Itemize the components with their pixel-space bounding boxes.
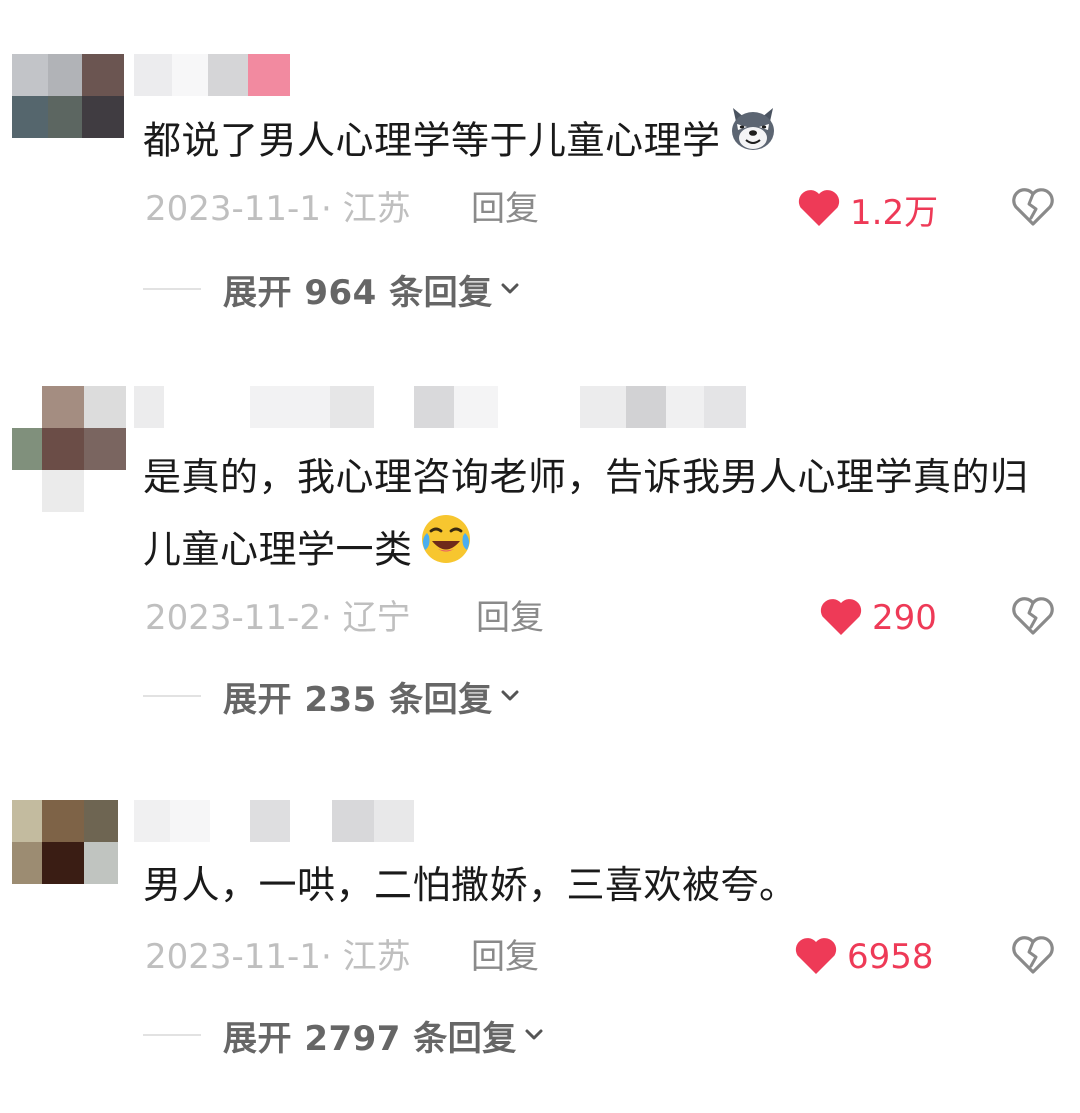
comment-date-location: 2023-11-1· 江苏 [145,937,411,977]
comment-date-location: 2023-11-2· 辽宁 [145,598,411,638]
like-count: 290 [872,598,937,638]
comment-text: 男人，一哄，二怕撒娇，三喜欢被夸。 [143,863,798,907]
heart-icon [818,596,864,640]
like-button[interactable]: 6958 [793,932,934,982]
laugh-cry-emoji [417,508,475,588]
heart-icon [793,935,839,979]
reply-button[interactable]: 回复 [471,932,539,982]
expand-replies-button[interactable]: 展开 2797 条回复 [143,1010,545,1060]
like-count: 6958 [847,937,934,977]
comment-text: 都说了男人心理学等于儿童心理学 [143,104,1053,182]
broken-heart-icon [1011,596,1055,640]
like-count: 1.2万 [850,192,939,233]
expand-replies-label: 展开 235 条回复 [223,679,493,720]
divider-line [143,288,201,290]
broken-heart-icon [1011,187,1055,231]
like-button[interactable]: 1.2万 [796,184,938,234]
like-button[interactable]: 290 [818,593,937,643]
husky-dog-emoji [725,100,781,178]
avatar[interactable] [12,386,126,512]
divider-line [143,1034,201,1036]
chevron-down-icon [499,685,521,707]
dislike-button[interactable] [1010,184,1056,234]
chevron-down-icon [499,278,521,300]
dislike-button[interactable] [1010,593,1056,643]
avatar[interactable] [12,54,124,178]
expand-replies-label: 展开 964 条回复 [223,272,493,313]
dislike-button[interactable] [1010,932,1056,982]
avatar[interactable] [12,800,124,924]
expand-replies-label: 展开 2797 条回复 [223,1018,517,1059]
expand-replies-button[interactable]: 展开 235 条回复 [143,671,521,721]
comment-text: 是真的，我心理咨询老师，告诉我男人心理学真的归儿童心理学一类 [143,442,1053,592]
reply-button[interactable]: 回复 [476,593,544,643]
heart-icon [796,187,842,231]
chevron-down-icon [523,1024,545,1046]
reply-button[interactable]: 回复 [471,184,539,234]
broken-heart-icon [1011,935,1055,979]
divider-line [143,695,201,697]
comment-date-location: 2023-11-1· 江苏 [145,189,411,229]
expand-replies-button[interactable]: 展开 964 条回复 [143,264,521,314]
